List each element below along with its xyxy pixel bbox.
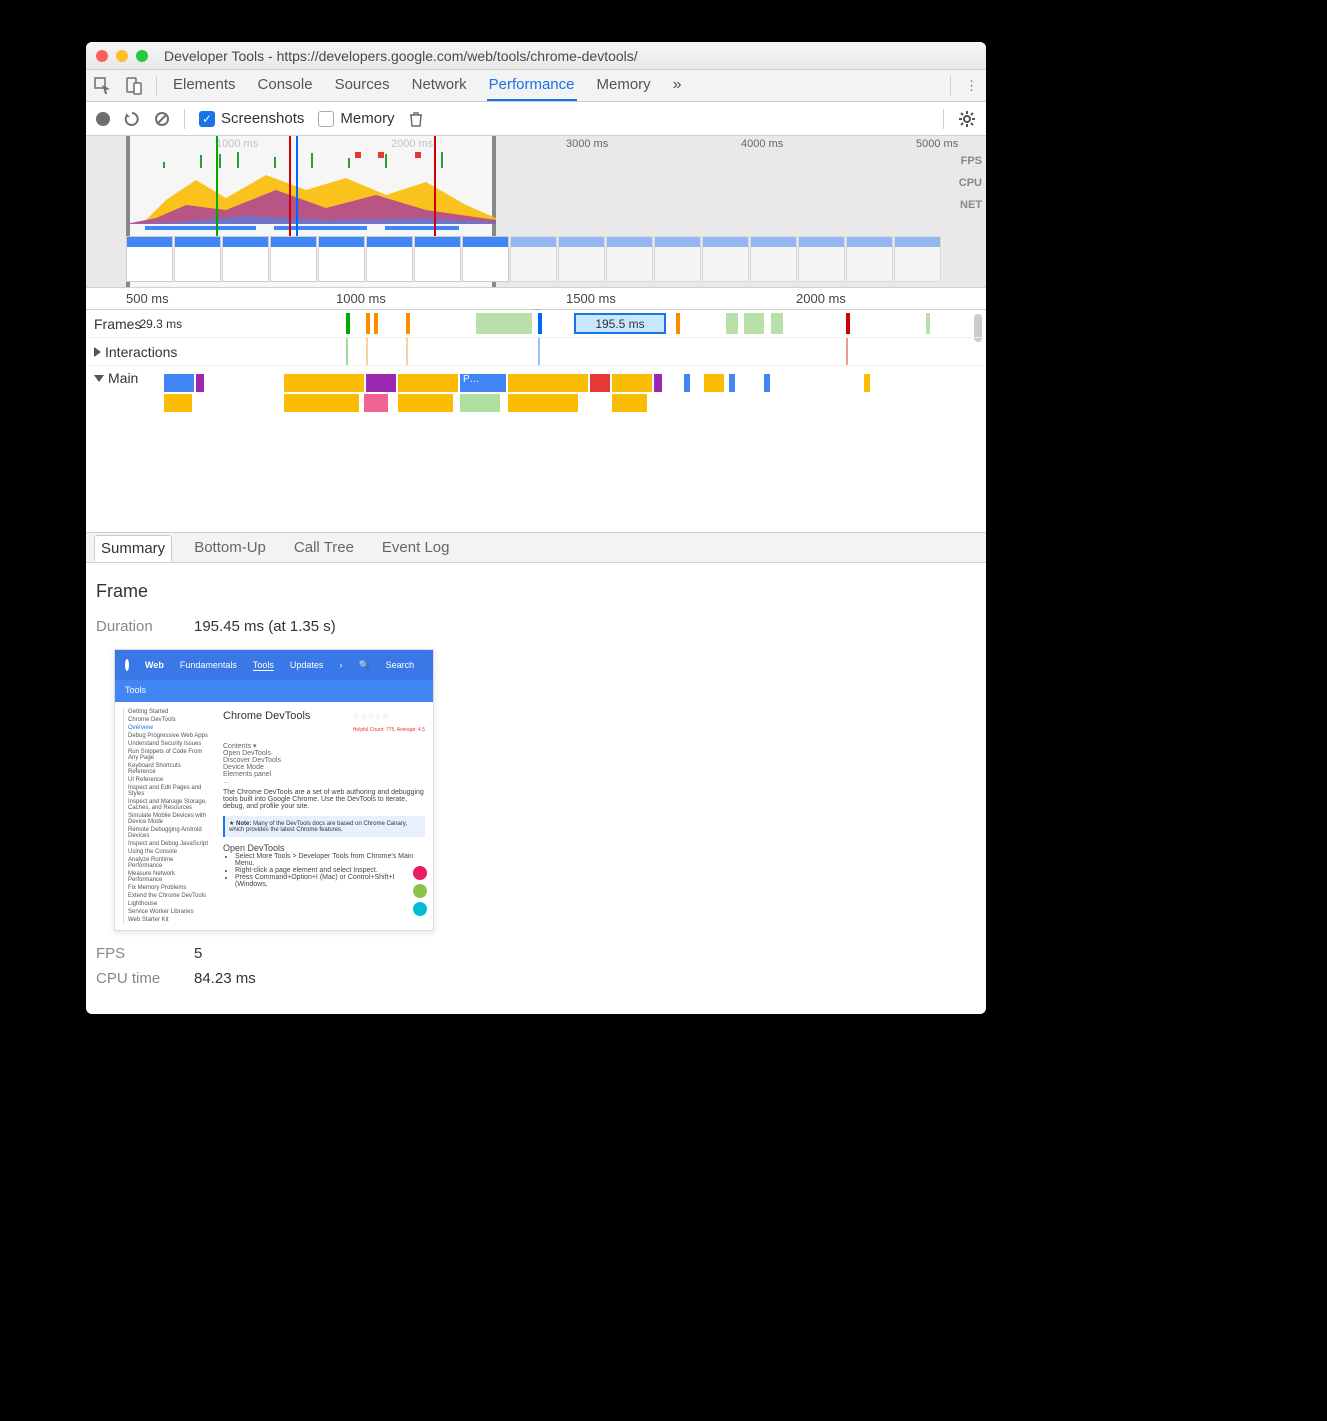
fab-icon bbox=[413, 884, 427, 898]
tab-sources[interactable]: Sources bbox=[333, 70, 392, 101]
frames-track-label: Frames29.3 ms bbox=[86, 316, 196, 332]
interactions-track-label: Interactions bbox=[105, 344, 177, 360]
fps-label: FPS bbox=[96, 945, 176, 962]
tab-performance[interactable]: Performance bbox=[487, 70, 577, 101]
fps-lane bbox=[126, 152, 496, 168]
checkbox-checked-icon: ✓ bbox=[199, 111, 215, 127]
kebab-menu-icon[interactable]: ⋮ bbox=[965, 78, 978, 94]
overview-tick: 4000 ms bbox=[741, 138, 783, 150]
summary-heading: Frame bbox=[96, 581, 976, 602]
maximize-window-button[interactable] bbox=[136, 50, 148, 62]
tab-network[interactable]: Network bbox=[410, 70, 469, 101]
fab-icon bbox=[413, 902, 427, 916]
timeline-overview[interactable]: 1000 ms 2000 ms 3000 ms 4000 ms 5000 ms … bbox=[86, 136, 986, 288]
close-window-button[interactable] bbox=[96, 50, 108, 62]
collapse-icon[interactable] bbox=[94, 375, 104, 382]
overview-lane-labels: FPS CPU NET bbox=[959, 150, 982, 216]
search-icon: 🔍 bbox=[358, 660, 369, 671]
clear-icon[interactable] bbox=[154, 111, 170, 127]
tab-memory[interactable]: Memory bbox=[595, 70, 653, 101]
trash-icon[interactable] bbox=[409, 111, 423, 127]
inspect-element-icon[interactable] bbox=[94, 77, 112, 95]
fab-icon bbox=[413, 866, 427, 880]
minimize-window-button[interactable] bbox=[116, 50, 128, 62]
window-titlebar: Developer Tools - https://developers.goo… bbox=[86, 42, 986, 70]
overview-tick: 5000 ms bbox=[916, 138, 958, 150]
tab-elements[interactable]: Elements bbox=[171, 70, 238, 101]
device-toolbar-icon[interactable] bbox=[126, 77, 142, 95]
main-track-label: Main bbox=[108, 370, 138, 386]
expand-icon[interactable] bbox=[94, 347, 101, 357]
detail-tab-event-log[interactable]: Event Log bbox=[376, 535, 456, 560]
memory-checkbox[interactable]: Memory bbox=[318, 110, 394, 127]
preview-header: Web Fundamentals Tools Updates › 🔍 Searc… bbox=[115, 650, 433, 680]
checkbox-empty-icon bbox=[318, 111, 334, 127]
google-logo-icon bbox=[125, 659, 129, 671]
devtools-window: Developer Tools - https://developers.goo… bbox=[86, 42, 986, 1014]
flamechart-area[interactable]: Frames29.3 ms 195.5 ms bbox=[86, 310, 986, 533]
window-title: Developer Tools - https://developers.goo… bbox=[164, 48, 638, 64]
interactions-track[interactable]: Interactions bbox=[86, 338, 986, 366]
tabs-overflow-icon[interactable]: » bbox=[671, 70, 684, 101]
frame-screenshot-preview: Web Fundamentals Tools Updates › 🔍 Searc… bbox=[114, 649, 434, 931]
screenshots-label: Screenshots bbox=[221, 110, 304, 127]
net-lane bbox=[126, 226, 496, 232]
selected-frame[interactable]: 195.5 ms bbox=[574, 313, 666, 334]
cputime-label: CPU time bbox=[96, 970, 176, 987]
detail-tab-bottom-up[interactable]: Bottom-Up bbox=[188, 535, 272, 560]
overview-tick: 3000 ms bbox=[566, 138, 608, 150]
tab-console[interactable]: Console bbox=[256, 70, 315, 101]
detail-tab-call-tree[interactable]: Call Tree bbox=[288, 535, 360, 560]
cputime-value: 84.23 ms bbox=[194, 970, 256, 987]
detail-tabs: Summary Bottom-Up Call Tree Event Log bbox=[86, 533, 986, 563]
summary-pane: Frame Duration 195.45 ms (at 1.35 s) Web… bbox=[86, 563, 986, 1013]
duration-label: Duration bbox=[96, 618, 176, 635]
performance-controls: ✓ Screenshots Memory bbox=[86, 102, 986, 136]
gear-icon[interactable] bbox=[958, 110, 976, 128]
reload-icon[interactable] bbox=[124, 111, 140, 127]
panel-tabs-bar: Elements Console Sources Network Perform… bbox=[86, 70, 986, 102]
fps-value: 5 bbox=[194, 945, 202, 962]
preview-sidebar: Getting Started Chrome DevTools Overview… bbox=[115, 702, 215, 930]
cpu-lane bbox=[126, 170, 496, 224]
memory-label: Memory bbox=[340, 110, 394, 127]
panel-tabs: Elements Console Sources Network Perform… bbox=[171, 70, 936, 101]
main-ruler[interactable]: 500 ms 1000 ms 1500 ms 2000 ms • • • bbox=[86, 288, 986, 310]
duration-value: 195.45 ms (at 1.35 s) bbox=[194, 618, 336, 635]
record-button[interactable] bbox=[96, 112, 110, 126]
screenshot-filmstrip[interactable] bbox=[126, 236, 982, 282]
detail-tab-summary[interactable]: Summary bbox=[94, 535, 172, 562]
window-controls bbox=[96, 50, 148, 62]
preview-main: Chrome DevTools ☆☆☆☆☆Helpful Count: 775,… bbox=[215, 702, 433, 930]
frames-track[interactable]: Frames29.3 ms 195.5 ms bbox=[86, 310, 986, 338]
screenshots-checkbox[interactable]: ✓ Screenshots bbox=[199, 110, 304, 127]
